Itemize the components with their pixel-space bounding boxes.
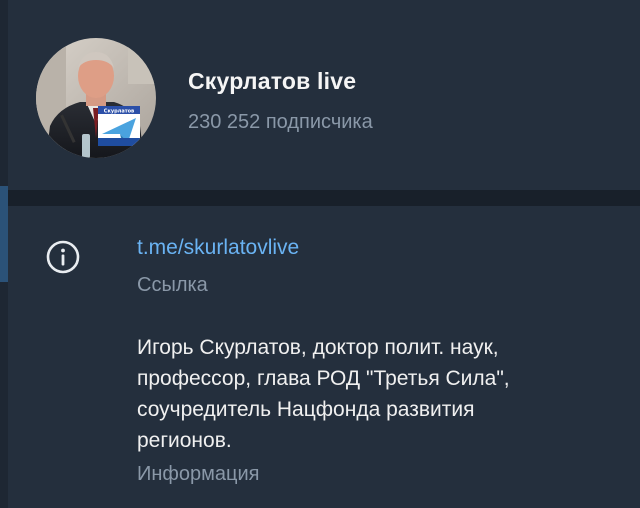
selected-chat-edge [0, 186, 8, 282]
section-divider [8, 190, 640, 206]
channel-link[interactable]: t.me/skurlatovlive [137, 236, 299, 260]
avatar-logo-text: Скурлатов [104, 109, 134, 115]
avatar-photo: Скурлатов [36, 38, 156, 158]
channel-title: Скурлатов live [188, 68, 357, 94]
channel-description[interactable]: Игорь Скурлатов, доктор полит. наук, про… [137, 332, 617, 456]
description-line: профессор, глава РОД "Третья Сила", [137, 367, 510, 390]
channel-header: Скурлатов Скурлатов live 230 252 подписч… [8, 0, 640, 190]
info-section: t.me/skurlatovlive Ссылка Игорь Скурлато… [8, 206, 640, 508]
info-icon [46, 240, 80, 274]
link-caption: Ссылка [137, 274, 208, 296]
channel-info-window: Скурлатов Скурлатов live 230 252 подписч… [0, 0, 640, 508]
chat-list-edge [0, 0, 8, 508]
channel-info-panel: Скурлатов Скурлатов live 230 252 подписч… [8, 0, 640, 508]
description-line: Игорь Скурлатов, доктор полит. наук, [137, 336, 499, 359]
description-caption: Информация [137, 463, 260, 485]
description-line: соучредитель Нацфонда развития [137, 398, 475, 421]
channel-avatar[interactable]: Скурлатов [36, 38, 156, 158]
subscriber-count: 230 252 подписчика [188, 111, 373, 133]
description-line: регионов. [137, 429, 232, 452]
